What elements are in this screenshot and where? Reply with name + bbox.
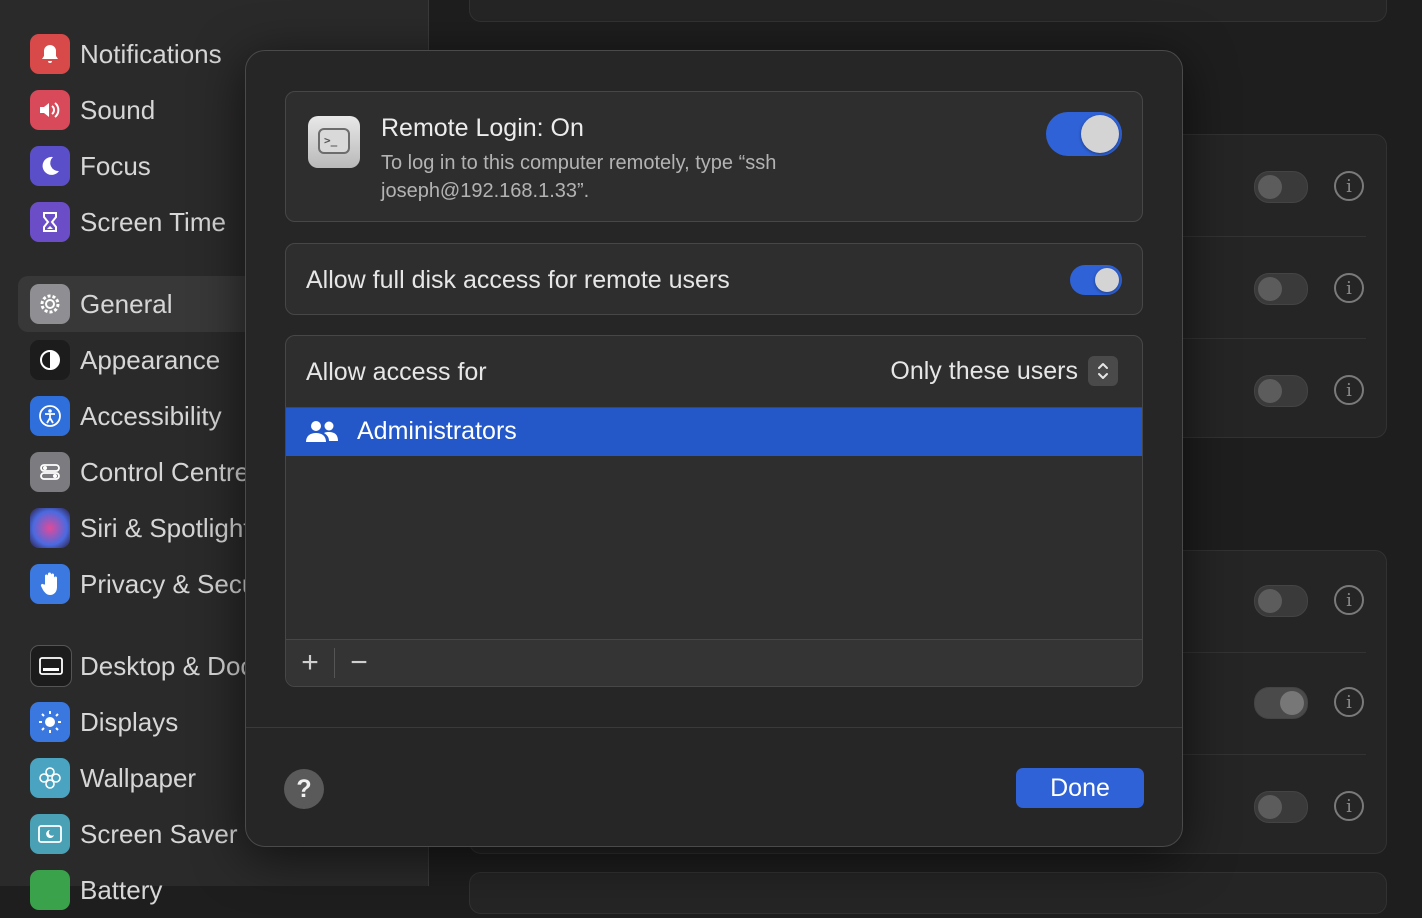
allow-access-box: Allow access for Only these users Admini… <box>285 335 1143 687</box>
info-icon[interactable]: i <box>1334 171 1364 201</box>
terminal-icon: >_ <box>308 116 360 168</box>
bell-icon <box>30 34 70 74</box>
allow-access-value: Only these users <box>890 356 1078 385</box>
appearance-icon <box>30 340 70 380</box>
flower-icon <box>30 758 70 798</box>
info-icon[interactable]: i <box>1334 687 1364 717</box>
bg-toggle[interactable] <box>1254 171 1308 203</box>
chevron-updown-icon <box>1088 356 1118 386</box>
sidebar-item-label: Displays <box>80 706 179 737</box>
info-icon[interactable]: i <box>1334 375 1364 405</box>
allow-access-popup[interactable]: Only these users <box>890 356 1118 386</box>
help-button[interactable]: ? <box>284 769 324 809</box>
moon-icon <box>30 146 70 186</box>
dock-icon <box>30 645 72 687</box>
sidebar-item-label: Accessibility <box>80 400 222 431</box>
sidebar-item-label: General <box>80 288 173 319</box>
remote-login-description: To log in to this computer remotely, typ… <box>381 152 777 202</box>
list-item[interactable]: Administrators <box>286 408 1142 456</box>
sidebar-item-label: Appearance <box>80 344 221 375</box>
sidebar-item-label: Siri & Spotlight <box>80 512 251 543</box>
list-footer: + − <box>286 639 1142 686</box>
info-icon[interactable]: i <box>1334 585 1364 615</box>
sidebar-item-label: Notifications <box>80 38 222 69</box>
gear-icon <box>30 284 70 324</box>
remote-login-box: >_ Remote Login: On To log in to this co… <box>285 91 1143 222</box>
remote-login-sheet: >_ Remote Login: On To log in to this co… <box>245 50 1183 847</box>
settings-card <box>469 0 1387 22</box>
full-disk-access-label: Allow full disk access for remote users <box>306 266 730 294</box>
sidebar-item-battery[interactable]: Battery <box>18 862 418 918</box>
sidebar-item-label: Wallpaper <box>80 762 197 793</box>
sidebar-item-label: Battery <box>80 874 163 905</box>
bg-toggle[interactable] <box>1254 585 1308 617</box>
bg-toggle[interactable] <box>1254 687 1308 719</box>
full-disk-access-box: Allow full disk access for remote users <box>285 243 1143 315</box>
screensaver-icon <box>30 814 70 854</box>
accessibility-icon <box>30 396 70 436</box>
allow-access-label: Allow access for <box>306 358 487 386</box>
speaker-icon <box>30 90 70 130</box>
settings-card <box>469 872 1387 914</box>
sidebar-item-label: Sound <box>80 94 156 125</box>
bg-toggle[interactable] <box>1254 791 1308 823</box>
done-button[interactable]: Done <box>1016 768 1144 808</box>
remote-login-title: Remote Login: On <box>381 114 584 142</box>
group-icon <box>304 418 340 451</box>
siri-icon <box>30 508 70 548</box>
sidebar-item-label: Control Centre <box>80 456 250 487</box>
sidebar-item-label: Focus <box>80 150 151 181</box>
bg-toggle[interactable] <box>1254 375 1308 407</box>
control-centre-icon <box>30 452 70 492</box>
user-group-name: Administrators <box>357 417 517 445</box>
hourglass-icon <box>30 202 70 242</box>
bg-toggle[interactable] <box>1254 273 1308 305</box>
remove-button[interactable]: − <box>335 640 383 686</box>
sun-icon <box>30 702 70 742</box>
hand-icon <box>30 564 70 604</box>
info-icon[interactable]: i <box>1334 273 1364 303</box>
full-disk-access-toggle[interactable] <box>1070 265 1122 295</box>
remote-login-toggle[interactable] <box>1046 112 1122 156</box>
sidebar-item-label: Desktop & Dock <box>80 650 267 681</box>
add-button[interactable]: + <box>286 640 334 686</box>
sidebar-item-label: Screen Saver <box>80 818 238 849</box>
info-icon[interactable]: i <box>1334 791 1364 821</box>
sidebar-item-label: Screen Time <box>80 206 226 237</box>
battery-icon <box>30 870 70 910</box>
